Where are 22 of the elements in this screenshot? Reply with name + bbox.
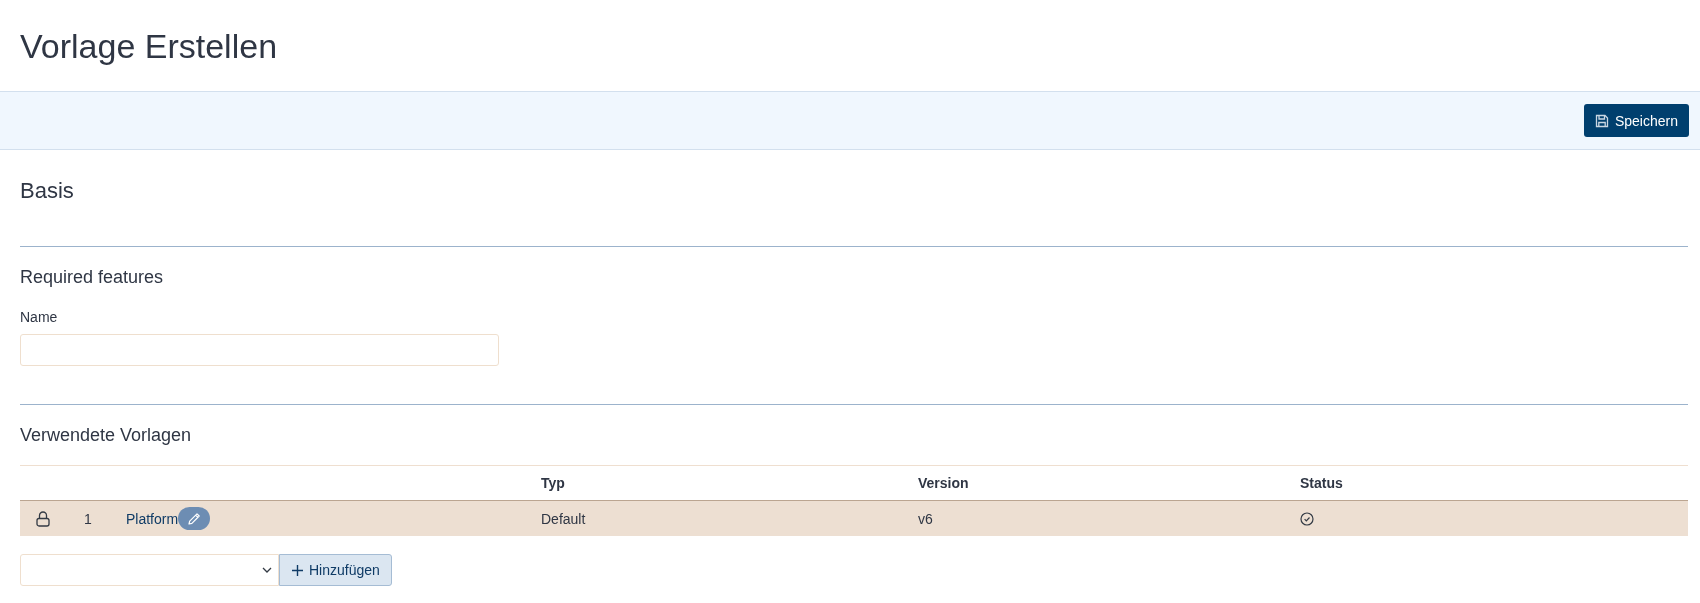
edit-button[interactable] bbox=[178, 507, 211, 530]
template-link[interactable]: Platform bbox=[126, 510, 179, 527]
page-title: Vorlage Erstellen bbox=[20, 25, 278, 66]
column-header: Typ bbox=[541, 475, 565, 491]
table-cell: Default bbox=[541, 510, 586, 527]
table-cell: v6 bbox=[918, 510, 933, 527]
section-heading: Verwendete Vorlagen bbox=[20, 424, 192, 446]
add-button[interactable]: Hinzufügen bbox=[279, 554, 392, 586]
plus-icon bbox=[292, 564, 303, 576]
section-heading: Basis bbox=[20, 178, 74, 204]
field-label: Name bbox=[20, 308, 58, 326]
row-number: 1 bbox=[84, 510, 92, 527]
section-heading: Required features bbox=[20, 266, 164, 288]
name-input[interactable] bbox=[20, 334, 499, 366]
chevron-down-icon bbox=[262, 567, 272, 573]
dropdown-field[interactable] bbox=[20, 554, 279, 586]
column-header: Status bbox=[1300, 475, 1343, 491]
column-header: Version bbox=[918, 475, 969, 491]
table-row[interactable]: 1 Platform Default v6 bbox=[20, 501, 1688, 536]
save-icon bbox=[1594, 113, 1609, 128]
save-button[interactable]: Speichern bbox=[1583, 104, 1689, 137]
pencil-icon bbox=[187, 511, 202, 526]
